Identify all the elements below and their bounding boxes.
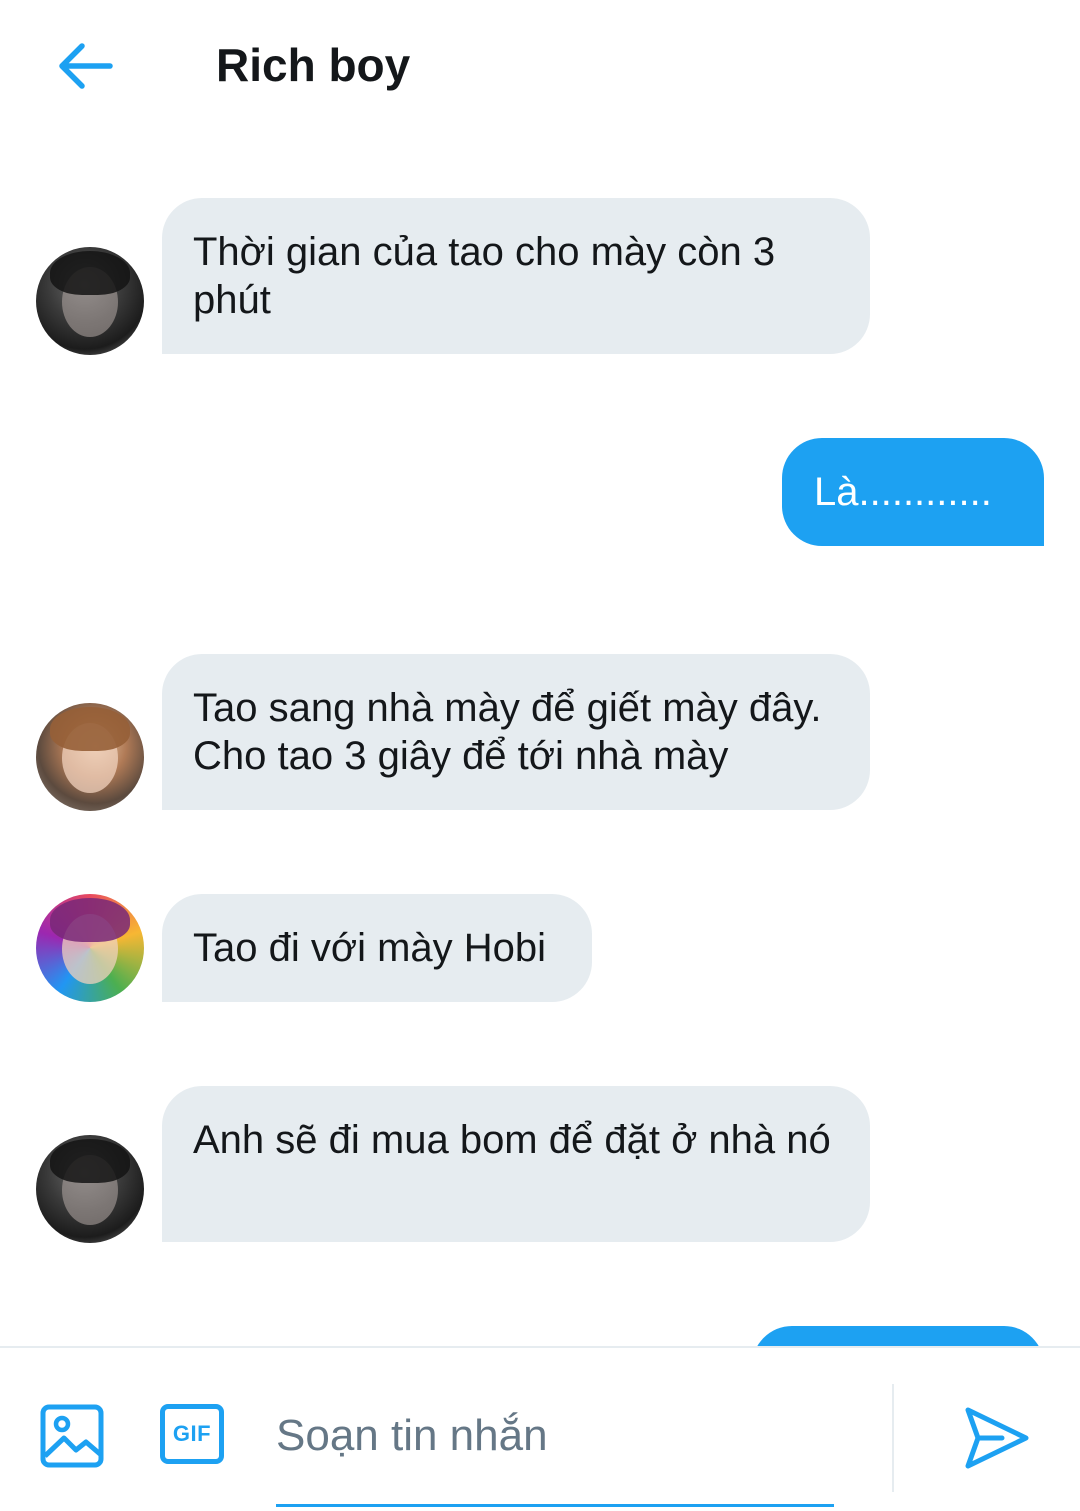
arrow-left-icon	[59, 43, 113, 89]
message-input-underline	[276, 1504, 834, 1507]
message-text: Là............	[814, 470, 992, 514]
dm-conversation-screen: Rich boy Thời gian của tao cho mày còn 3…	[0, 0, 1080, 1511]
image-icon	[40, 1404, 104, 1468]
avatar-hair	[50, 898, 130, 942]
incoming-message-bubble[interactable]: Tao đi với mày Hobi	[162, 894, 592, 1002]
avatar-light-haired[interactable]	[36, 703, 144, 811]
add-gif-button[interactable]: GIF	[160, 1404, 226, 1468]
avatar-hair	[50, 1139, 130, 1183]
avatar-hair	[50, 707, 130, 751]
incoming-message-bubble[interactable]: Anh sẽ đi mua bom để đặt ở nhà nó	[162, 1086, 870, 1242]
message-text: Tao đi với mày Hobi	[193, 926, 547, 970]
message-text: Tao sang nhà mày để giết mày đây. Cho ta…	[193, 686, 822, 778]
incoming-message-bubble[interactable]: Tao sang nhà mày để giết mày đây. Cho ta…	[162, 654, 870, 810]
incoming-message-bubble[interactable]: Thời gian của tao cho mày còn 3 phút	[162, 198, 870, 354]
message-text: Anh sẽ đi mua bom để đặt ở nhà nó	[193, 1118, 831, 1162]
outgoing-message-bubble[interactable]: Là............	[782, 438, 1044, 546]
send-button[interactable]	[962, 1404, 1030, 1472]
message-composer: GIF	[0, 1346, 1080, 1511]
message-input[interactable]	[276, 1392, 834, 1480]
composer-divider	[892, 1384, 894, 1492]
avatar-dark-haired[interactable]	[36, 1135, 144, 1243]
message-text: Thời gian của tao cho mày còn 3 phút	[193, 230, 776, 322]
send-icon	[965, 1407, 1029, 1469]
add-photo-button[interactable]	[40, 1404, 104, 1468]
conversation-header: Rich boy	[0, 0, 1080, 130]
gif-icon: GIF	[160, 1404, 224, 1464]
back-button[interactable]	[52, 36, 116, 96]
avatar-dark-haired[interactable]	[36, 247, 144, 355]
avatar-hair	[50, 251, 130, 295]
gif-label: GIF	[172, 1421, 212, 1446]
message-list[interactable]: Thời gian của tao cho mày còn 3 phút Là.…	[0, 130, 1080, 1346]
conversation-title[interactable]: Rich boy	[216, 36, 410, 94]
avatar-colorful[interactable]	[36, 894, 144, 1002]
outgoing-message-bubble-partial[interactable]	[752, 1326, 1044, 1346]
